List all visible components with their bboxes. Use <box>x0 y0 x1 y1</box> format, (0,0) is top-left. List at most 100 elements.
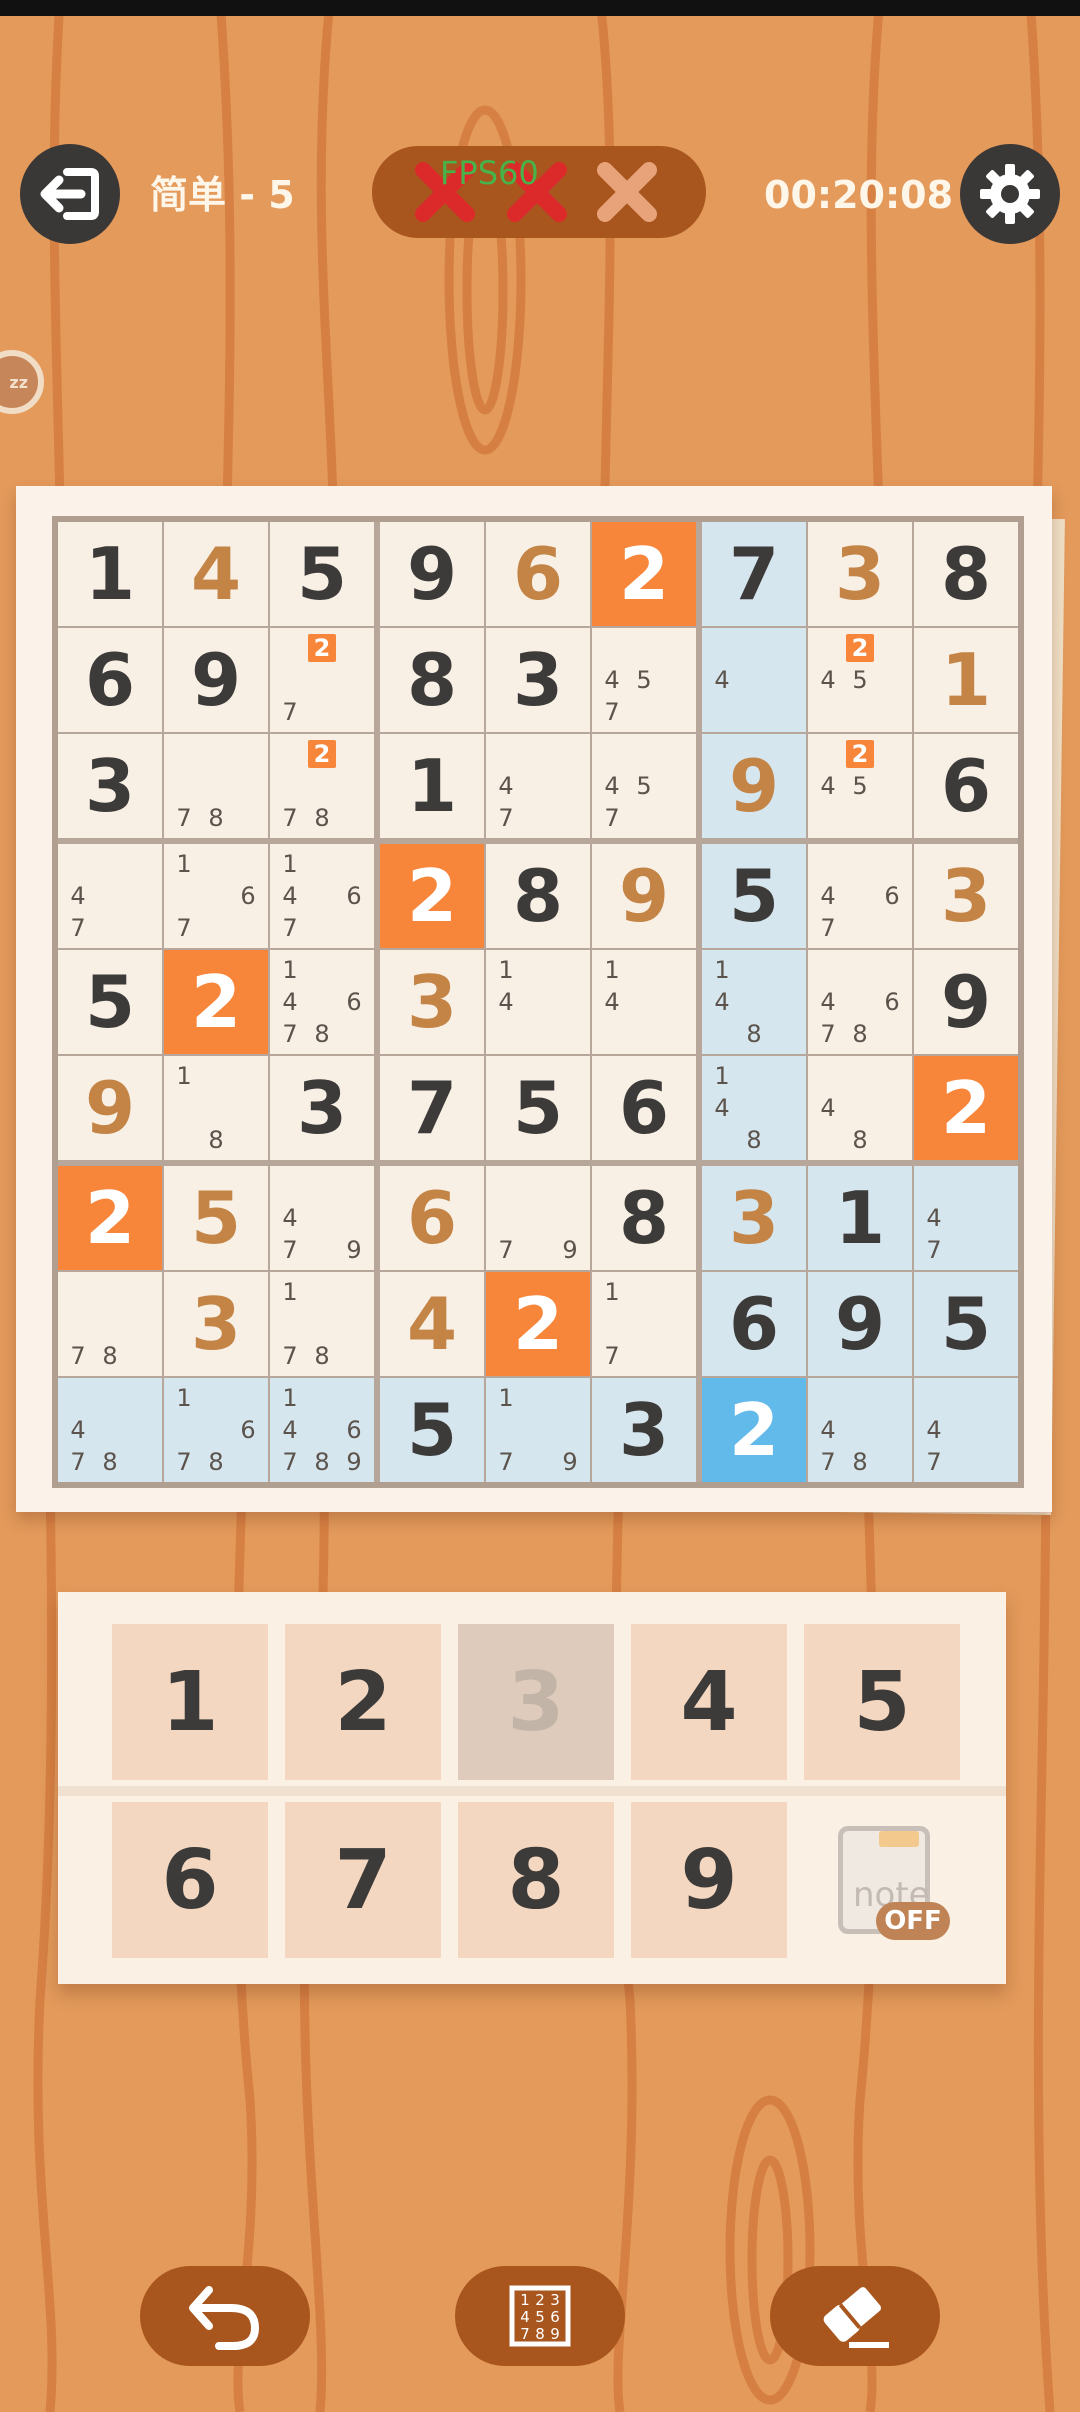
sudoku-cell[interactable]: 4 78 <box>58 1378 162 1482</box>
sudoku-cell[interactable]: 5 <box>486 1056 590 1160</box>
sudoku-cell[interactable]: 5 <box>380 1378 484 1482</box>
sudoku-cell[interactable]: 2 <box>914 1056 1018 1160</box>
sudoku-cell[interactable]: 457 <box>592 734 696 838</box>
sudoku-cell[interactable]: 5 <box>164 1166 268 1270</box>
sudoku-cell[interactable]: 9 <box>380 522 484 626</box>
sudoku-cell[interactable]: 3 <box>270 1056 374 1160</box>
sudoku-cell[interactable]: 3 <box>58 734 162 838</box>
sudoku-cell[interactable]: 457 <box>592 628 696 732</box>
sudoku-cell[interactable]: 1 4 6 789 <box>270 1378 374 1482</box>
sudoku-cell[interactable]: 1 48 <box>702 1056 806 1160</box>
sudoku-cell[interactable]: 4 <box>702 628 806 732</box>
note-slot-empty <box>876 1446 908 1478</box>
number-key[interactable]: 3 <box>458 1624 614 1780</box>
sudoku-cell[interactable]: 27 <box>270 628 374 732</box>
sudoku-cell[interactable]: 1 <box>58 522 162 626</box>
sudoku-cell[interactable]: 8 <box>592 1166 696 1270</box>
sudoku-cell[interactable]: 1678 <box>164 1378 268 1482</box>
sudoku-cell[interactable]: 7 <box>702 522 806 626</box>
sudoku-cell[interactable]: 3 <box>380 950 484 1054</box>
exit-button[interactable] <box>20 144 120 244</box>
settings-button[interactable] <box>960 144 1060 244</box>
sudoku-cell[interactable]: 6 <box>58 628 162 732</box>
sudoku-cell[interactable]: 47 <box>58 844 162 948</box>
sudoku-cell[interactable]: 245 <box>808 628 912 732</box>
number-key[interactable]: 8 <box>458 1802 614 1958</box>
sudoku-cell[interactable]: 1 <box>808 1166 912 1270</box>
number-key[interactable]: 6 <box>112 1802 268 1958</box>
sudoku-cell[interactable]: 1 <box>380 734 484 838</box>
sudoku-cell[interactable]: 6 <box>914 734 1018 838</box>
sudoku-cell[interactable]: 1 6 7 <box>164 844 268 948</box>
sudoku-cell[interactable]: 5 <box>270 522 374 626</box>
note-toggle[interactable]: note OFF <box>830 1818 960 1948</box>
sudoku-cell[interactable]: 9 <box>592 844 696 948</box>
sudoku-cell[interactable]: 47 <box>914 1166 1018 1270</box>
sudoku-cell[interactable]: 245 <box>808 734 912 838</box>
sudoku-cell[interactable]: 9 <box>58 1056 162 1160</box>
sudoku-cell[interactable]: 8 <box>914 522 1018 626</box>
sudoku-cell[interactable]: 8 <box>486 844 590 948</box>
sudoku-cell[interactable]: 5 <box>702 844 806 948</box>
sudoku-cell[interactable]: 3 <box>592 1378 696 1482</box>
sudoku-cell[interactable]: 6 <box>702 1272 806 1376</box>
sudoku-cell[interactable]: 14 <box>592 950 696 1054</box>
sudoku-cell[interactable]: 47 <box>914 1378 1018 1482</box>
sudoku-cell[interactable]: 4 6 7 <box>808 844 912 948</box>
sudoku-cell[interactable]: 9 <box>164 628 268 732</box>
sudoku-cell[interactable]: 3 <box>164 1272 268 1376</box>
number-key[interactable]: 1 <box>112 1624 268 1780</box>
number-key[interactable]: 7 <box>285 1802 441 1958</box>
number-key[interactable]: 9 <box>631 1802 787 1958</box>
note-slot-empty <box>306 1234 338 1266</box>
sudoku-cell[interactable]: 2 <box>380 844 484 948</box>
sudoku-cell[interactable]: 1 4 6 7 <box>270 844 374 948</box>
sudoku-cell[interactable]: 4 7 9 <box>270 1166 374 1270</box>
note-slot-empty <box>812 1060 844 1092</box>
sudoku-cell[interactable]: 3 <box>808 522 912 626</box>
sudoku-cell[interactable]: 8 <box>380 628 484 732</box>
sudoku-cell[interactable]: 9 <box>808 1272 912 1376</box>
sudoku-cell[interactable]: 2 <box>164 950 268 1054</box>
sudoku-cell[interactable]: 1 78 <box>270 1272 374 1376</box>
sudoku-cell[interactable]: 2 <box>592 522 696 626</box>
sudoku-cell[interactable]: 17 <box>592 1272 696 1376</box>
sudoku-cell[interactable]: 9 <box>702 734 806 838</box>
sudoku-cell[interactable]: 47 <box>486 734 590 838</box>
sudoku-cell[interactable]: 9 <box>914 950 1018 1054</box>
sudoku-cell[interactable]: 7 <box>380 1056 484 1160</box>
sudoku-cell[interactable]: 3 <box>702 1166 806 1270</box>
number-key[interactable]: 5 <box>804 1624 960 1780</box>
sudoku-cell[interactable]: 79 <box>486 1166 590 1270</box>
number-key[interactable]: 2 <box>285 1624 441 1780</box>
sudoku-cell[interactable]: 1 7 9 <box>486 1378 590 1482</box>
sudoku-cell[interactable]: 2 <box>58 1166 162 1270</box>
sudoku-cell[interactable]: 2 <box>702 1378 806 1482</box>
sudoku-cell[interactable]: 4 78 <box>808 1378 912 1482</box>
sudoku-cell[interactable]: 2 <box>486 1272 590 1376</box>
sudoku-cell[interactable]: 1 4 6 78 <box>270 950 374 1054</box>
erase-button[interactable] <box>770 2266 940 2366</box>
number-key[interactable]: 4 <box>631 1624 787 1780</box>
sudoku-cell[interactable]: 14 <box>486 950 590 1054</box>
sudoku-cell[interactable]: 2 78 <box>270 734 374 838</box>
auto-notes-button[interactable]: 123 456 789 <box>455 2266 625 2366</box>
sudoku-cell[interactable]: 3 <box>486 628 590 732</box>
sudoku-cell[interactable]: 1 48 <box>702 950 806 1054</box>
note-digit: 8 <box>746 1020 762 1048</box>
sudoku-cell[interactable]: 78 <box>164 734 268 838</box>
sudoku-cell[interactable]: 4 6 78 <box>808 950 912 1054</box>
sudoku-cell[interactable]: 5 <box>58 950 162 1054</box>
undo-button[interactable] <box>140 2266 310 2366</box>
sudoku-cell[interactable]: 6 <box>486 522 590 626</box>
sudoku-cell[interactable]: 6 <box>380 1166 484 1270</box>
sudoku-cell[interactable]: 4 <box>164 522 268 626</box>
sudoku-cell[interactable]: 1 <box>914 628 1018 732</box>
sudoku-cell[interactable]: 6 <box>592 1056 696 1160</box>
sudoku-cell[interactable]: 78 <box>58 1272 162 1376</box>
sudoku-cell[interactable]: 4 <box>380 1272 484 1376</box>
sudoku-cell[interactable]: 3 <box>914 844 1018 948</box>
sudoku-cell[interactable]: 5 <box>914 1272 1018 1376</box>
sudoku-cell[interactable]: 48 <box>808 1056 912 1160</box>
sudoku-cell[interactable]: 18 <box>164 1056 268 1160</box>
